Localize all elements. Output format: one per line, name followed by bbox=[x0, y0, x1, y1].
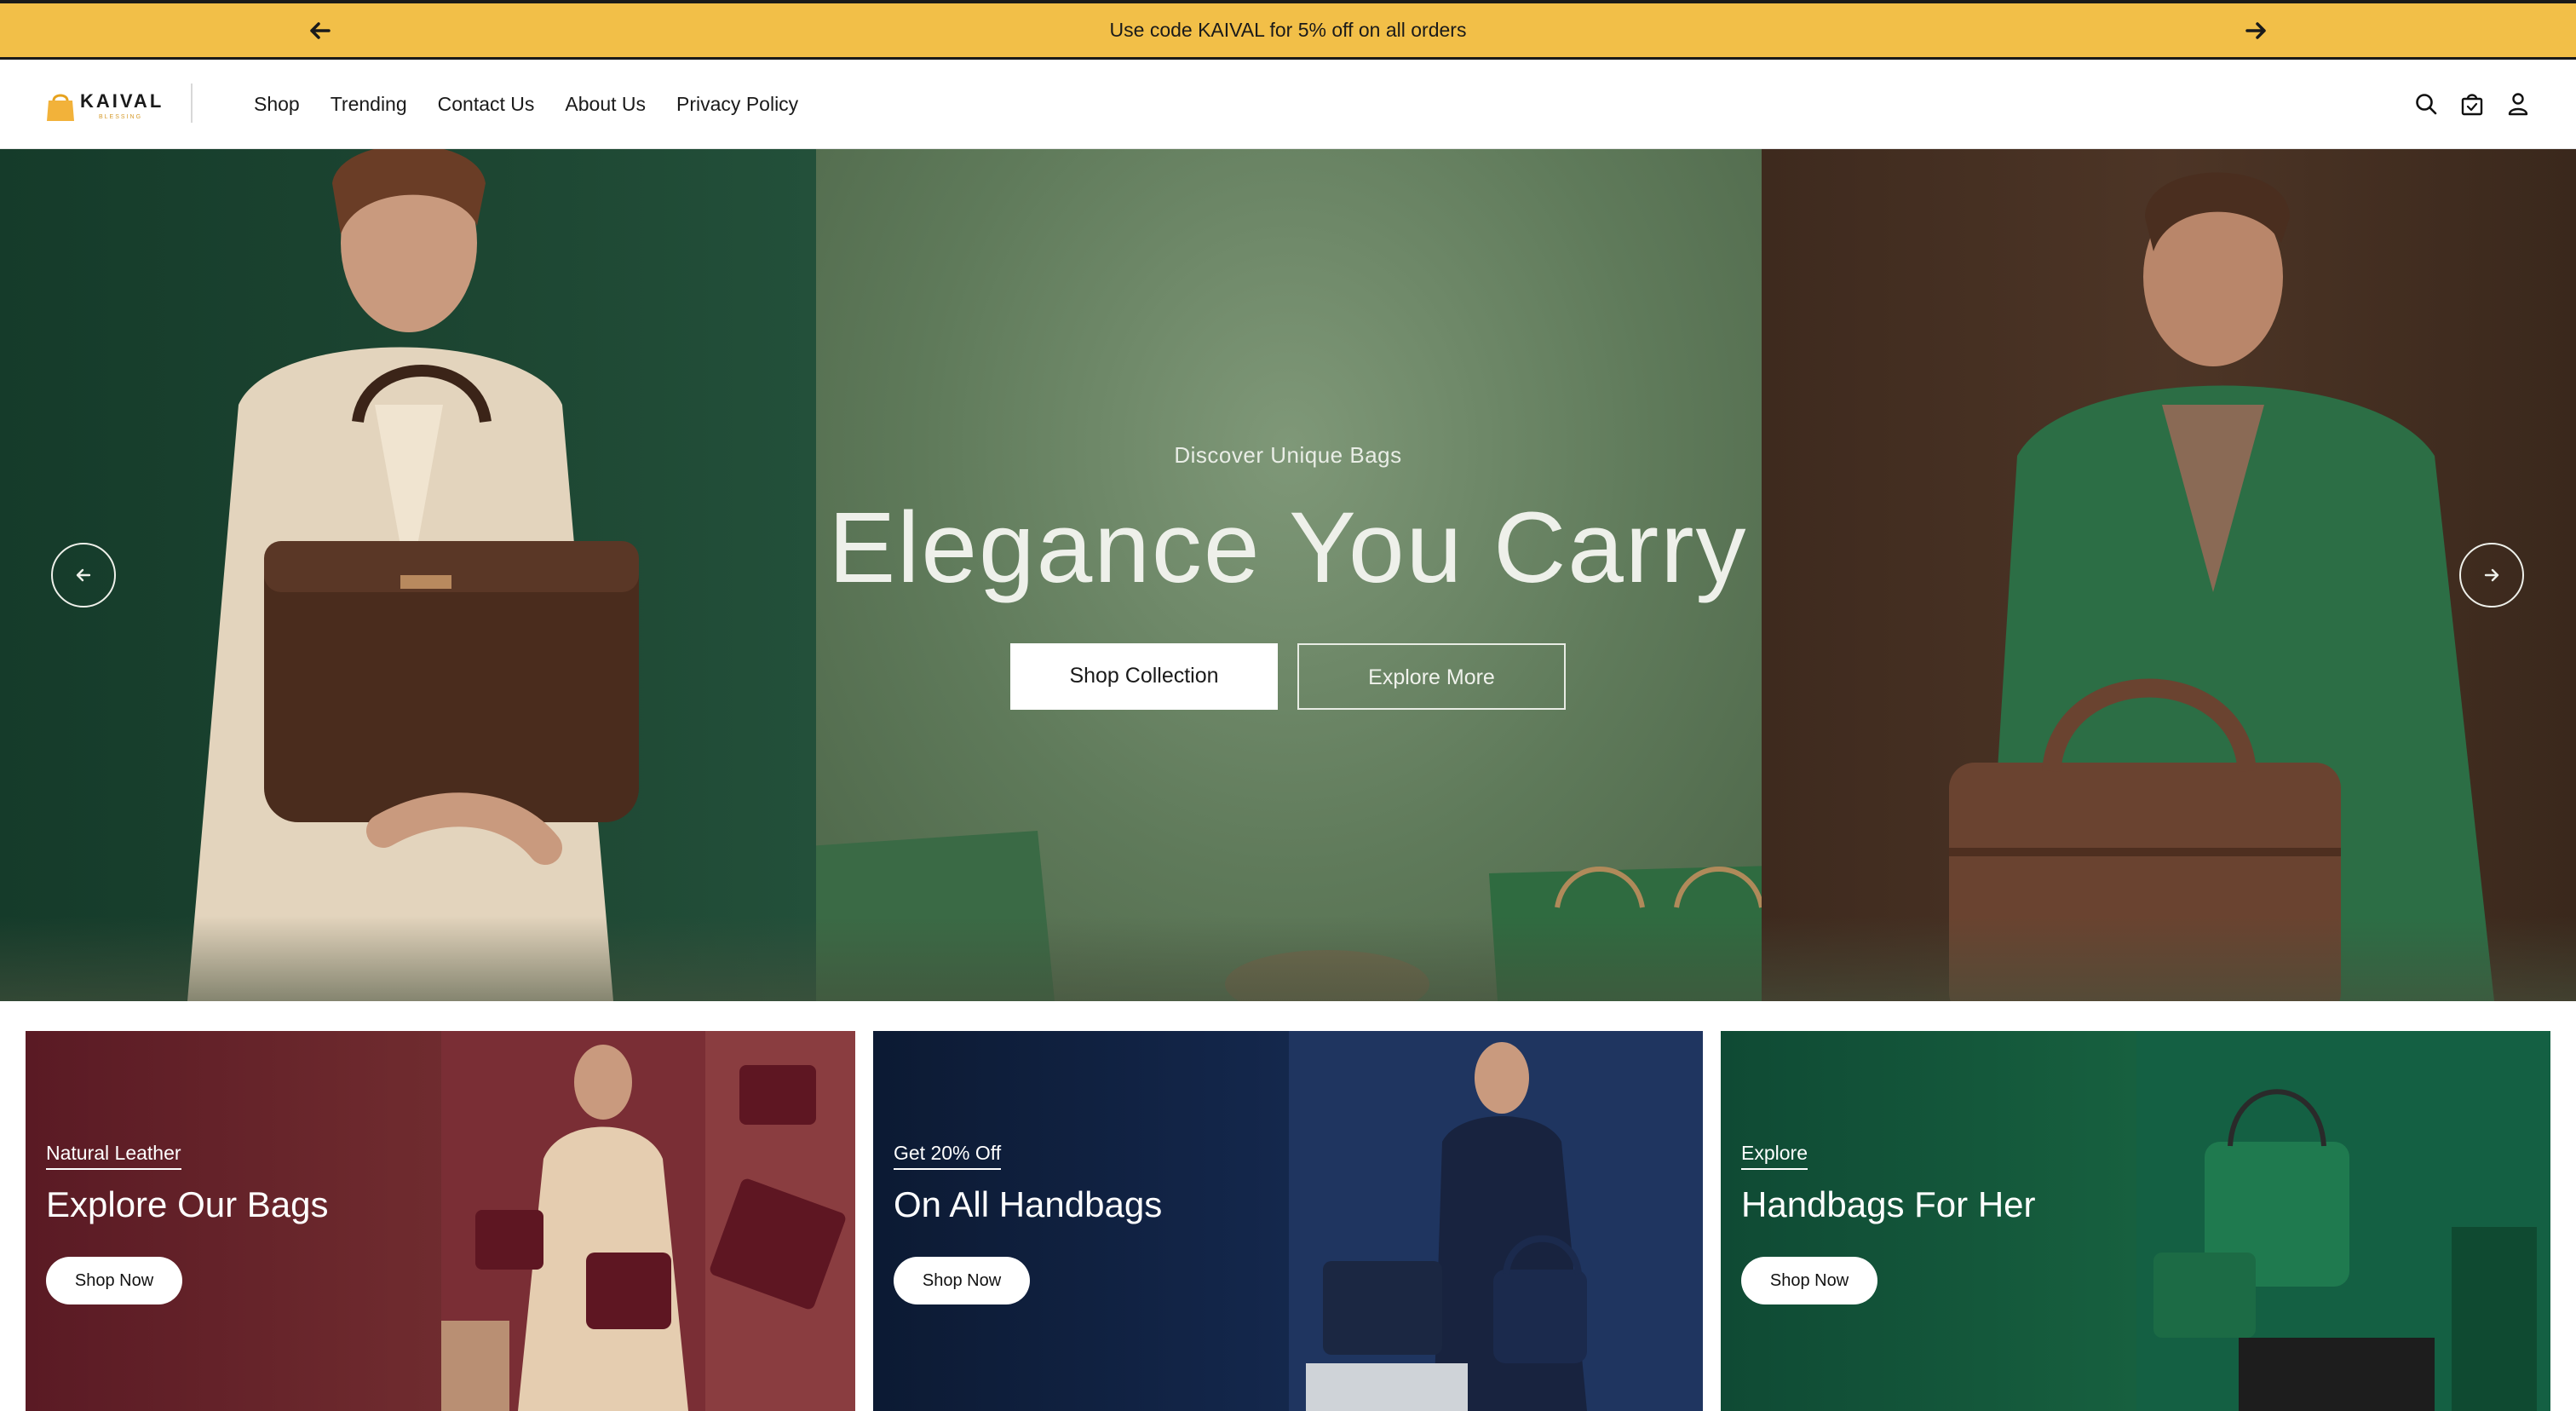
header-actions bbox=[2412, 90, 2532, 118]
promo-cards: Natural Leather Explore Our Bags Shop No… bbox=[26, 1031, 2550, 1411]
nav-trending[interactable]: Trending bbox=[331, 93, 407, 116]
site-header: KAIVAL BLESSING Shop Trending Contact Us… bbox=[0, 60, 2576, 149]
announcement-text: Use code KAIVAL for 5% off on all orders bbox=[1109, 19, 1467, 41]
hero-kicker: Discover Unique Bags bbox=[1174, 442, 1402, 468]
arrow-right-icon bbox=[2245, 22, 2266, 39]
main-nav: Shop Trending Contact Us About Us Privac… bbox=[254, 60, 829, 149]
cart-icon[interactable] bbox=[2458, 90, 2486, 118]
green-handbags-image bbox=[2136, 1031, 2550, 1411]
nav-privacy-policy[interactable]: Privacy Policy bbox=[676, 93, 798, 116]
logo-tagline: BLESSING bbox=[99, 114, 143, 120]
promo-card-discount[interactable]: Get 20% Off On All Handbags Shop Now bbox=[873, 1031, 1703, 1411]
card-title: Handbags For Her bbox=[1741, 1184, 2036, 1224]
hero-prev-button[interactable] bbox=[51, 543, 116, 608]
explore-more-button[interactable]: Explore More bbox=[1297, 643, 1566, 710]
nav-contact-us[interactable]: Contact Us bbox=[438, 93, 535, 116]
shop-now-button[interactable]: Shop Now bbox=[1741, 1257, 1877, 1304]
hero-content: Discover Unique Bags Elegance You Carry … bbox=[0, 149, 2576, 1001]
card-title: On All Handbags bbox=[894, 1184, 1163, 1224]
card-title: Explore Our Bags bbox=[46, 1184, 329, 1224]
hero-banner: Discover Unique Bags Elegance You Carry … bbox=[0, 149, 2576, 1001]
card-kicker: Get 20% Off bbox=[894, 1142, 1002, 1170]
arrow-left-icon bbox=[76, 568, 91, 582]
model-with-bags-image bbox=[441, 1031, 855, 1411]
header-divider bbox=[191, 84, 193, 123]
card-kicker: Natural Leather bbox=[46, 1142, 181, 1170]
hero-next-button[interactable] bbox=[2459, 543, 2524, 608]
logo-wordmark: KAIVAL bbox=[80, 90, 164, 112]
model-with-navy-bags-image bbox=[1289, 1031, 1703, 1411]
nav-shop[interactable]: Shop bbox=[254, 93, 300, 116]
shop-collection-button[interactable]: Shop Collection bbox=[1010, 643, 1278, 710]
search-icon[interactable] bbox=[2412, 90, 2440, 118]
nav-about-us[interactable]: About Us bbox=[565, 93, 646, 116]
hero-title: Elegance You Carry bbox=[828, 492, 1748, 604]
logo[interactable]: KAIVAL BLESSING bbox=[46, 85, 162, 128]
user-icon[interactable] bbox=[2504, 90, 2532, 118]
shopping-bag-icon bbox=[47, 94, 74, 121]
arrow-right-icon bbox=[2484, 568, 2499, 582]
promo-card-leather[interactable]: Natural Leather Explore Our Bags Shop No… bbox=[26, 1031, 855, 1411]
shop-now-button[interactable]: Shop Now bbox=[894, 1257, 1030, 1304]
card-kicker: Explore bbox=[1741, 1142, 1808, 1170]
promo-card-her[interactable]: Explore Handbags For Her Shop Now bbox=[1721, 1031, 2550, 1411]
announcement-bar: Use code KAIVAL for 5% off on all orders bbox=[0, 0, 2576, 60]
shop-now-button[interactable]: Shop Now bbox=[46, 1257, 182, 1304]
announcement-next-button[interactable] bbox=[2239, 14, 2273, 48]
